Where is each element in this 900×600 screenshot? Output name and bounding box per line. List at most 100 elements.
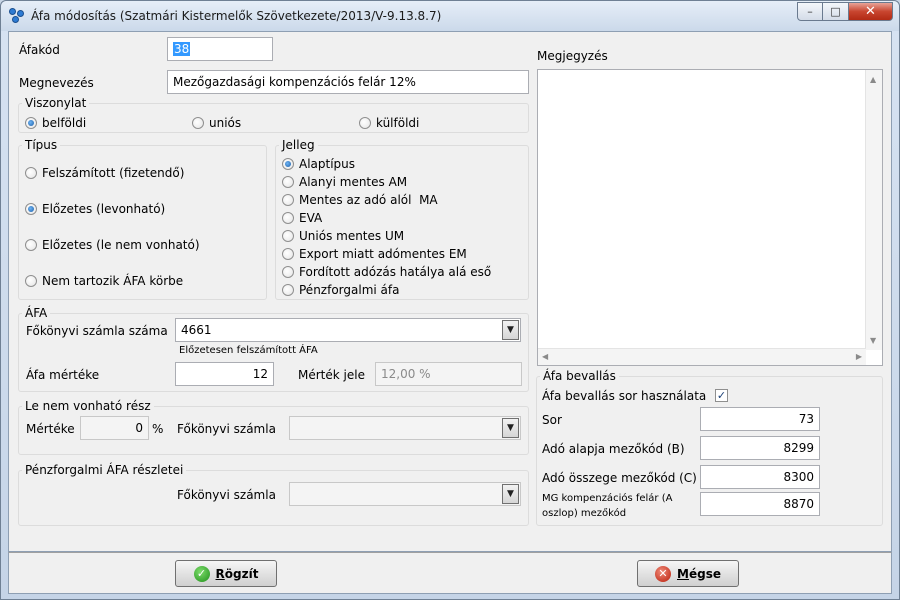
chevron-down-icon[interactable]: ▼ — [502, 320, 519, 340]
jelleg-option-mentes-ado-alol[interactable]: Mentes az adó alól MA — [282, 193, 438, 207]
radio-icon — [282, 212, 294, 224]
fokonyvi-szamla-description: Előzetesen felszámított ÁFA — [179, 345, 318, 356]
form-body: Áfakód 38 Megnevezés Mezőgazdasági kompe… — [8, 31, 892, 552]
horizontal-scrollbar[interactable]: ◀ ▶ — [538, 348, 866, 365]
radio-icon — [282, 230, 294, 242]
radio-label: Mentes az adó alól MA — [299, 193, 438, 207]
radio-selected-icon — [25, 203, 37, 215]
save-button-label: ögzít — [224, 566, 259, 581]
tipus-title: Típus — [22, 138, 61, 152]
radio-icon — [359, 117, 371, 129]
check-icon: ✓ — [193, 565, 210, 582]
scroll-up-icon[interactable]: ▲ — [870, 75, 876, 84]
megjegyzes-textarea[interactable]: ▲ ▼ ◀ ▶ — [537, 69, 883, 366]
cancel-button-accel: M — [677, 566, 689, 581]
radio-label: Pénzforgalmi áfa — [299, 283, 400, 297]
sor-input[interactable]: 73 — [700, 407, 820, 431]
viszonylat-unios-radio[interactable]: uniós — [192, 116, 241, 130]
le-nem-vonhato-fokonyvi-label: Főkönyvi számla — [177, 422, 276, 436]
radio-label: külföldi — [376, 116, 420, 130]
maximize-button[interactable]: □ — [823, 2, 849, 21]
le-nem-vonhato-merteke-label: Mértéke — [26, 422, 75, 436]
bevallas-sor-hasznalata-label: Áfa bevallás sor használata — [542, 389, 707, 403]
afa-bevallas-title: Áfa bevallás — [540, 369, 619, 383]
radio-label: Előzetes (le nem vonható) — [42, 238, 200, 252]
radio-icon — [25, 275, 37, 287]
radio-icon — [25, 167, 37, 179]
title-bar[interactable]: Áfa módosítás (Szatmári Kistermelők Szöv… — [1, 1, 899, 31]
fokonyvi-szamla-label: Főkönyvi számla száma — [26, 324, 168, 338]
chevron-down-icon[interactable]: ▼ — [502, 484, 519, 504]
radio-label: Előzetes (levonható) — [42, 202, 166, 216]
radio-selected-icon — [25, 117, 37, 129]
save-button[interactable]: ✓ Rögzít — [175, 560, 277, 587]
afa-merteke-label: Áfa mértéke — [26, 368, 100, 382]
megnevezes-label: Megnevezés — [19, 76, 94, 90]
window-controls: – □ ✕ — [797, 2, 893, 21]
cancel-button[interactable]: ✕ Mégse — [637, 560, 739, 587]
mg-kompenzacios-label-line2: oszlop) mezőkód — [542, 508, 627, 519]
jelleg-option-alaptipus[interactable]: Alaptípus — [282, 157, 355, 171]
fokonyvi-szamla-value: 4661 — [181, 323, 212, 337]
tipus-felszamitott-radio[interactable]: Felszámított (fizetendő) — [25, 166, 184, 180]
tipus-elozetes-levonhato-radio[interactable]: Előzetes (levonható) — [25, 202, 165, 216]
radio-icon — [282, 176, 294, 188]
viszonylat-title: Viszonylat — [22, 96, 90, 110]
mg-kompenzacios-input[interactable]: 8870 — [700, 492, 820, 516]
radio-label: Felszámított (fizetendő) — [42, 166, 185, 180]
scroll-down-icon[interactable]: ▼ — [870, 336, 876, 345]
radio-icon — [282, 194, 294, 206]
radio-icon — [282, 266, 294, 278]
close-button[interactable]: ✕ — [849, 2, 893, 21]
le-nem-vonhato-merteke-input[interactable]: 0 — [80, 416, 149, 440]
radio-label: Fordított adózás hatálya alá eső — [299, 265, 492, 279]
viszonylat-kulfoldi-radio[interactable]: külföldi — [359, 116, 419, 130]
fokonyvi-szamla-select[interactable]: 4661 ▼ — [175, 318, 521, 342]
scroll-left-icon[interactable]: ◀ — [542, 352, 548, 361]
radio-label: uniós — [209, 116, 242, 130]
percent-label: % — [152, 422, 164, 436]
bevallas-sor-hasznalata-checkbox[interactable]: ✓ — [715, 389, 728, 402]
minimize-button[interactable]: – — [797, 2, 823, 21]
jelleg-option-unios-mentes[interactable]: Uniós mentes UM — [282, 229, 404, 243]
app-icon — [9, 8, 25, 24]
radio-label: EVA — [299, 211, 323, 225]
afakod-input[interactable]: 38 — [167, 37, 273, 61]
radio-label: Nem tartozik ÁFA körbe — [42, 274, 184, 288]
radio-icon — [282, 248, 294, 260]
radio-label: Export miatt adómentes EM — [299, 247, 467, 261]
afakod-label: Áfakód — [19, 43, 60, 57]
cancel-button-label: égse — [688, 566, 721, 581]
jelleg-option-forditott[interactable]: Fordított adózás hatálya alá eső — [282, 265, 491, 279]
le-nem-vonhato-title: Le nem vonható rész — [22, 399, 154, 413]
cancel-icon: ✕ — [655, 565, 672, 582]
ado-osszege-input[interactable]: 8300 — [700, 465, 820, 489]
radio-icon — [192, 117, 204, 129]
viszonylat-belfoldi-radio[interactable]: belföldi — [25, 116, 86, 130]
radio-label: Uniós mentes UM — [299, 229, 405, 243]
radio-selected-icon — [282, 158, 294, 170]
afa-title: ÁFA — [22, 306, 51, 320]
ado-alapja-input[interactable]: 8299 — [700, 436, 820, 460]
radio-icon — [282, 284, 294, 296]
le-nem-vonhato-fokonyvi-select[interactable]: ▼ — [289, 416, 521, 440]
mertek-jele-input[interactable]: 12,00 % — [375, 362, 522, 386]
penzforgalmi-title: Pénzforgalmi ÁFA részletei — [22, 463, 187, 477]
megnevezes-input[interactable]: Mezőgazdasági kompenzációs felár 12% — [167, 70, 529, 94]
jelleg-option-eva[interactable]: EVA — [282, 211, 322, 225]
jelleg-option-penzforgalmi[interactable]: Pénzforgalmi áfa — [282, 283, 399, 297]
afa-merteke-input[interactable]: 12 — [175, 362, 274, 386]
chevron-down-icon[interactable]: ▼ — [502, 418, 519, 438]
penzforgalmi-fokonyvi-label: Főkönyvi számla — [177, 488, 276, 502]
jelleg-option-alanyi-mentes[interactable]: Alanyi mentes AM — [282, 175, 407, 189]
jelleg-option-export[interactable]: Export miatt adómentes EM — [282, 247, 467, 261]
sor-label: Sor — [542, 413, 562, 427]
window-title: Áfa módosítás (Szatmári Kistermelők Szöv… — [31, 9, 442, 23]
vertical-scrollbar[interactable]: ▲ ▼ — [865, 70, 882, 350]
tipus-elozetes-nem-vonhato-radio[interactable]: Előzetes (le nem vonható) — [25, 238, 200, 252]
megjegyzes-label: Megjegyzés — [537, 49, 608, 63]
tipus-nem-tartozik-radio[interactable]: Nem tartozik ÁFA körbe — [25, 274, 183, 288]
penzforgalmi-fokonyvi-select[interactable]: ▼ — [289, 482, 521, 506]
ado-alapja-label: Adó alapja mezőkód (B) — [542, 442, 685, 456]
scroll-right-icon[interactable]: ▶ — [856, 352, 862, 361]
